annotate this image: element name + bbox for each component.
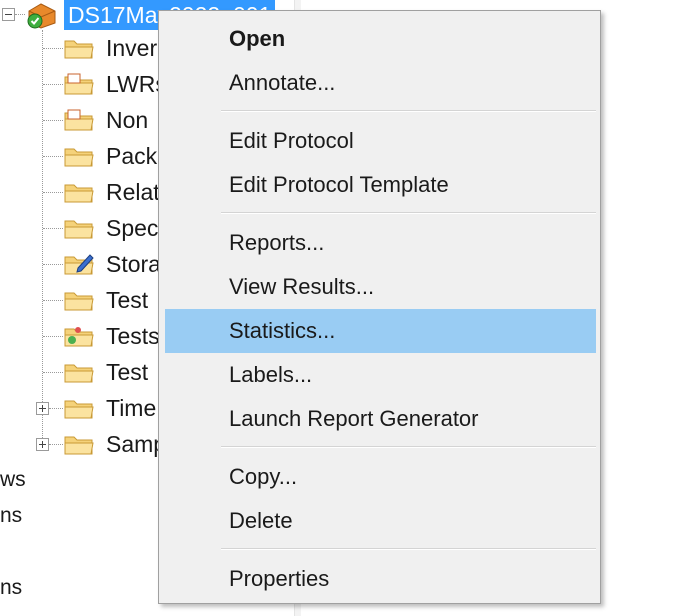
context-menu: Open Annotate... Edit Protocol Edit Prot… <box>158 10 601 604</box>
tree-item-label[interactable]: ns <box>0 501 22 531</box>
menu-item-launch-report-generator[interactable]: Launch Report Generator <box>165 397 596 441</box>
menu-separator <box>221 110 596 112</box>
menu-item-copy[interactable]: Copy... <box>165 455 596 499</box>
menu-item-open[interactable]: Open <box>165 17 596 61</box>
menu-item-reports[interactable]: Reports... <box>165 221 596 265</box>
menu-separator <box>221 212 596 214</box>
menu-item-delete[interactable]: Delete <box>165 499 596 543</box>
expand-toggle[interactable] <box>36 402 49 415</box>
expand-toggle[interactable] <box>36 438 49 451</box>
collapse-toggle[interactable] <box>2 8 15 21</box>
folder-icon <box>64 292 94 311</box>
tree-item-label: Non <box>106 106 149 133</box>
folder-icon <box>64 148 94 167</box>
folder-icon <box>64 109 94 131</box>
menu-item-properties[interactable]: Properties <box>165 557 596 601</box>
tree-item-label[interactable]: ns <box>0 573 22 603</box>
folder-icon <box>64 73 94 95</box>
folder-edit-icon <box>64 254 94 275</box>
tree-item-label: Spec <box>106 214 159 241</box>
tree-item-label[interactable]: ws <box>0 465 26 495</box>
tree-item-label: Test <box>106 358 149 385</box>
folder-icon <box>64 40 94 59</box>
menu-separator <box>221 446 596 448</box>
menu-item-annotate[interactable]: Annotate... <box>165 61 596 105</box>
tree-item-label: Relat <box>106 178 160 205</box>
tree-item-label: Tests <box>106 322 160 349</box>
menu-item-labels[interactable]: Labels... <box>165 353 596 397</box>
menu-item-edit-protocol-template[interactable]: Edit Protocol Template <box>165 163 596 207</box>
tree-item-label: Test <box>106 286 149 313</box>
folder-icon <box>64 184 94 203</box>
folder-icon <box>64 364 94 383</box>
menu-item-edit-protocol[interactable]: Edit Protocol <box>165 119 596 163</box>
folder-icon <box>64 436 94 455</box>
tree-item-label: Stora <box>106 250 161 277</box>
folder-icon <box>64 400 94 419</box>
sample-node-icon <box>27 3 56 29</box>
menu-separator <box>221 548 596 550</box>
menu-item-view-results[interactable]: View Results... <box>165 265 596 309</box>
tree-item-label: Inver <box>106 34 158 61</box>
tree-item-label: Pack <box>106 142 158 169</box>
folder-tests-icon <box>64 327 94 347</box>
tree-item-label: Time <box>106 394 157 421</box>
menu-item-statistics[interactable]: Statistics... <box>165 309 596 353</box>
folder-icon <box>64 220 94 239</box>
